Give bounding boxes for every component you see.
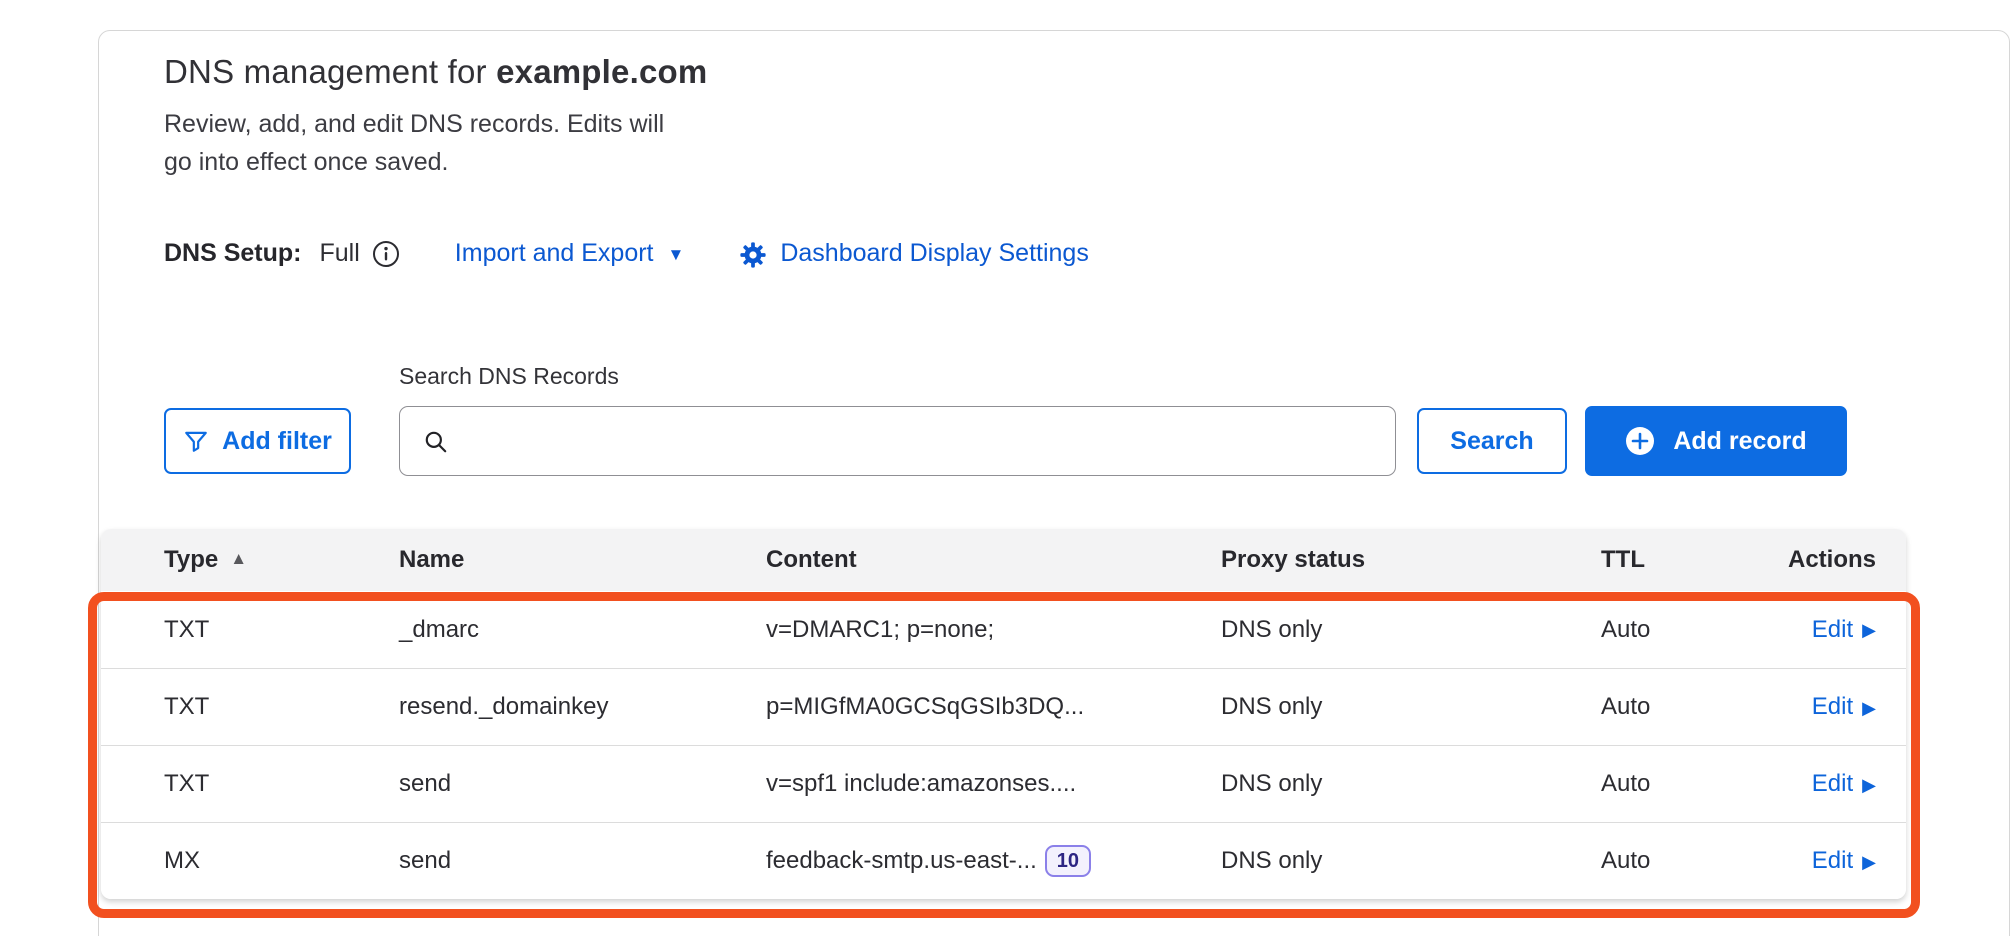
- search-label: Search DNS Records: [399, 363, 619, 390]
- plus-icon: [1625, 426, 1655, 456]
- import-export-link[interactable]: Import and Export ▼: [455, 239, 685, 268]
- info-icon[interactable]: [372, 240, 400, 268]
- chevron-right-icon: ▶: [1862, 698, 1876, 719]
- cell-ttl: Auto: [1601, 616, 1771, 644]
- cell-content: v=spf1 include:amazonses....: [766, 770, 1076, 798]
- table-body: TXT _dmarc v=DMARC1; p=none; DNS only Au…: [101, 591, 1906, 899]
- cell-name: _dmarc: [399, 616, 766, 644]
- dns-management-page: DNS management for example.com Review, a…: [0, 0, 2012, 936]
- edit-label: Edit: [1812, 693, 1853, 721]
- search-input[interactable]: [399, 406, 1396, 476]
- dns-card: DNS management for example.com Review, a…: [98, 30, 2010, 936]
- cell-proxy-status: DNS only: [1221, 616, 1601, 644]
- subtitle-line-1: Review, add, and edit DNS records. Edits…: [164, 110, 664, 138]
- dns-records-table: Type ▲ Name Content Proxy status TTL Act…: [101, 529, 1906, 899]
- page-subtitle: Review, add, and edit DNS records. Edits…: [164, 105, 664, 181]
- edit-link[interactable]: Edit ▶: [1812, 616, 1876, 644]
- cell-content: p=MIGfMA0GCSqGSIb3DQ...: [766, 693, 1084, 721]
- filter-icon: [183, 428, 209, 454]
- column-header-type[interactable]: Type ▲: [164, 546, 399, 574]
- edit-link[interactable]: Edit ▶: [1812, 693, 1876, 721]
- cell-ttl: Auto: [1601, 693, 1771, 721]
- cell-proxy-status: DNS only: [1221, 770, 1601, 798]
- column-header-type-label: Type: [164, 546, 218, 574]
- import-export-label: Import and Export: [455, 239, 654, 268]
- edit-link[interactable]: Edit ▶: [1812, 847, 1876, 875]
- column-header-content[interactable]: Content: [766, 546, 1221, 574]
- dashboard-display-settings-link[interactable]: Dashboard Display Settings: [739, 239, 1089, 268]
- cell-name: send: [399, 770, 766, 798]
- dns-setup-label: DNS Setup:: [164, 239, 302, 268]
- cell-type: TXT: [164, 616, 399, 644]
- edit-link[interactable]: Edit ▶: [1812, 770, 1876, 798]
- sort-ascending-icon: ▲: [230, 549, 247, 569]
- cell-ttl: Auto: [1601, 847, 1771, 875]
- add-filter-button[interactable]: Add filter: [164, 408, 351, 474]
- column-header-name[interactable]: Name: [399, 546, 766, 574]
- cell-type: TXT: [164, 770, 399, 798]
- cell-content: feedback-smtp.us-east-...: [766, 847, 1037, 875]
- toolbar: Add filter Search Add record: [164, 406, 1847, 476]
- cell-proxy-status: DNS only: [1221, 847, 1601, 875]
- add-record-button[interactable]: Add record: [1585, 406, 1847, 476]
- edit-label: Edit: [1812, 847, 1853, 875]
- chevron-down-icon: ▼: [668, 245, 685, 265]
- subtitle-line-2: go into effect once saved.: [164, 148, 448, 176]
- cell-name: resend._domainkey: [399, 693, 766, 721]
- add-filter-label: Add filter: [222, 427, 332, 456]
- cell-ttl: Auto: [1601, 770, 1771, 798]
- column-header-actions: Actions: [1771, 546, 1876, 574]
- search-button[interactable]: Search: [1417, 408, 1567, 474]
- column-header-proxy-status[interactable]: Proxy status: [1221, 546, 1601, 574]
- add-record-label: Add record: [1673, 427, 1806, 456]
- dashboard-display-settings-label: Dashboard Display Settings: [780, 239, 1089, 268]
- cell-name: send: [399, 847, 766, 875]
- page-title-prefix: DNS management for: [164, 53, 496, 90]
- page-title-domain: example.com: [496, 53, 707, 90]
- chevron-right-icon: ▶: [1862, 852, 1876, 873]
- table-row: MX send feedback-smtp.us-east-... 10 DNS…: [101, 822, 1906, 899]
- column-header-ttl[interactable]: TTL: [1601, 546, 1771, 574]
- gear-icon: [739, 241, 767, 269]
- dns-setup-value: Full: [320, 239, 360, 268]
- search-box: [399, 406, 1396, 476]
- edit-label: Edit: [1812, 770, 1853, 798]
- table-row: TXT send v=spf1 include:amazonses.... DN…: [101, 745, 1906, 822]
- table-row: TXT resend._domainkey p=MIGfMA0GCSqGSIb3…: [101, 668, 1906, 745]
- page-title: DNS management for example.com: [164, 53, 707, 91]
- cell-content: v=DMARC1; p=none;: [766, 616, 1221, 644]
- dns-setup-row: DNS Setup: Full Import and Export ▼ Dash…: [164, 239, 1089, 268]
- table-header: Type ▲ Name Content Proxy status TTL Act…: [101, 529, 1906, 591]
- chevron-right-icon: ▶: [1862, 620, 1876, 641]
- priority-badge: 10: [1045, 845, 1091, 877]
- cell-proxy-status: DNS only: [1221, 693, 1601, 721]
- edit-label: Edit: [1812, 616, 1853, 644]
- cell-type: MX: [164, 847, 399, 875]
- table-row: TXT _dmarc v=DMARC1; p=none; DNS only Au…: [101, 591, 1906, 668]
- cell-type: TXT: [164, 693, 399, 721]
- chevron-right-icon: ▶: [1862, 775, 1876, 796]
